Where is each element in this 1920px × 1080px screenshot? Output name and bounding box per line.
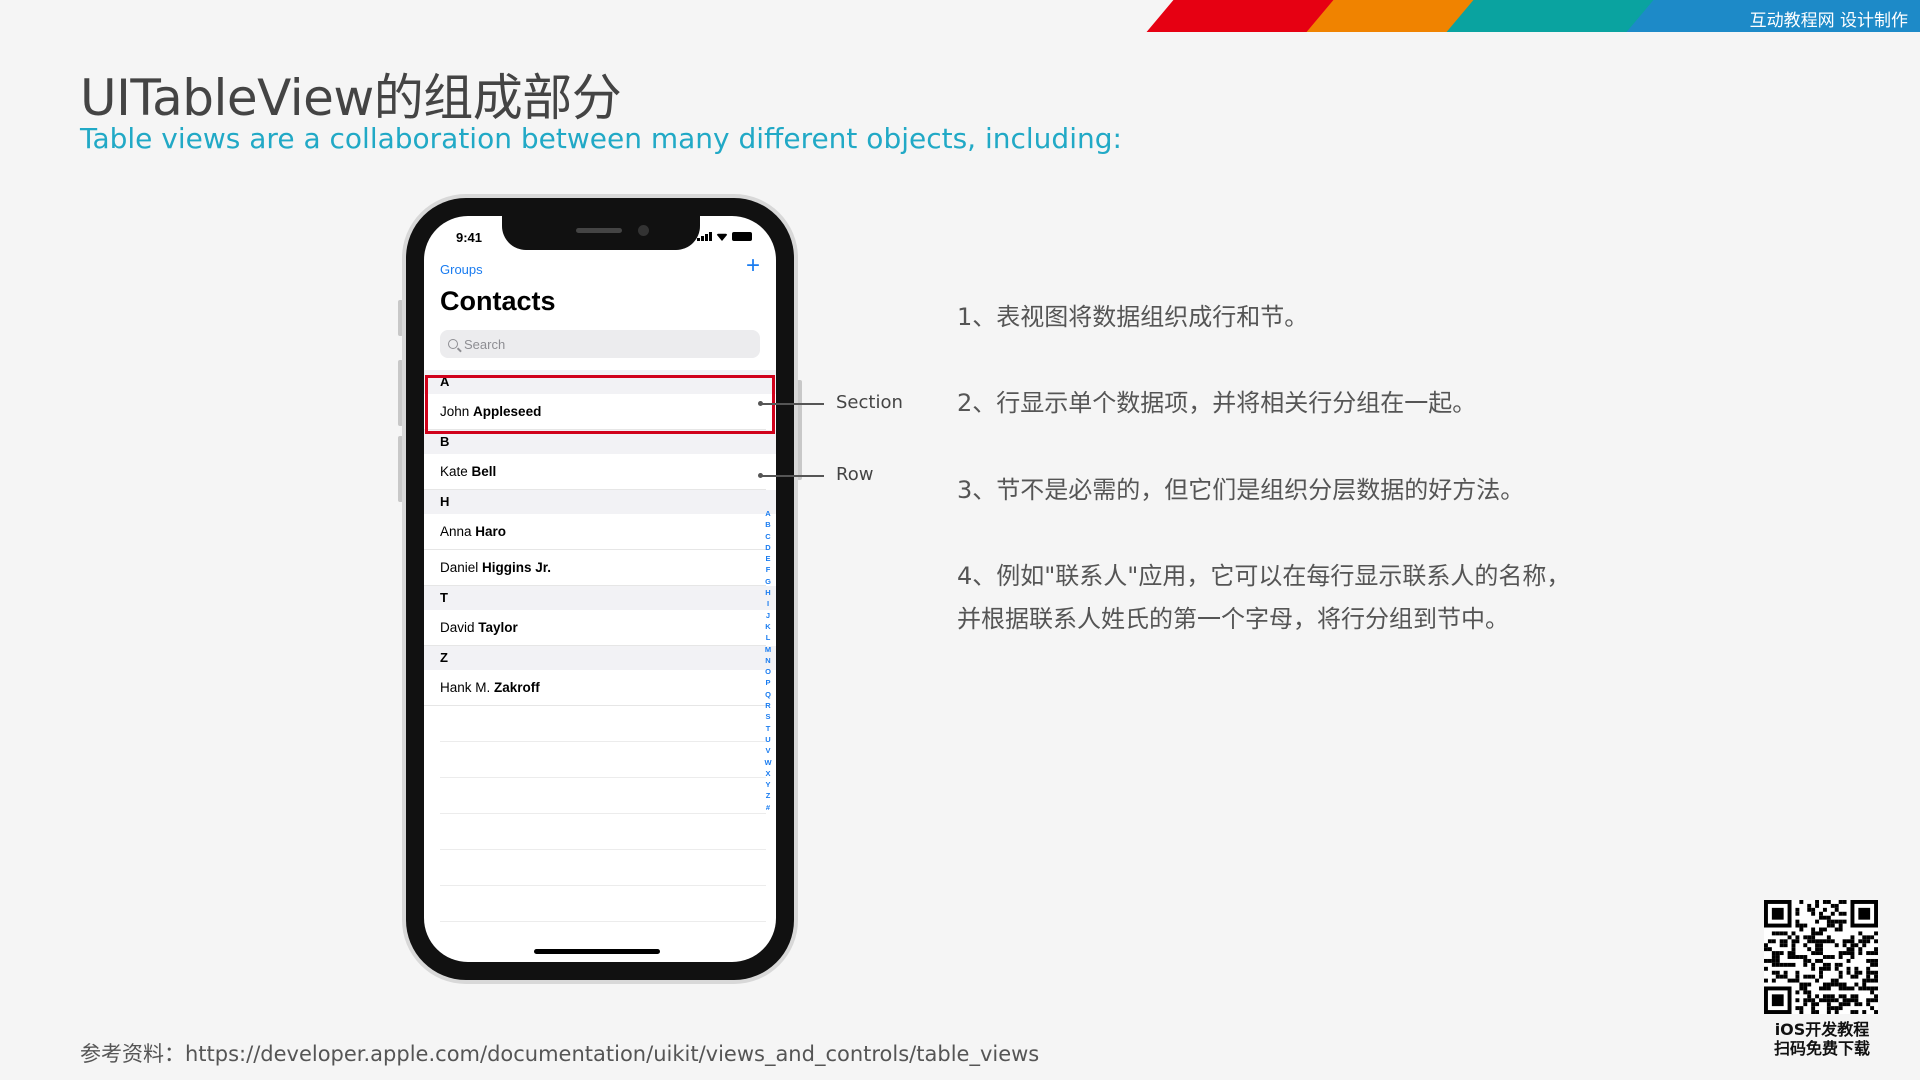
index-letter[interactable]: C bbox=[763, 531, 773, 542]
notch bbox=[502, 216, 700, 250]
table-row[interactable]: Daniel Higgins Jr. bbox=[424, 550, 766, 586]
index-letter[interactable]: N bbox=[763, 655, 773, 666]
camera-icon bbox=[638, 225, 649, 236]
description-2: 2、行显示单个数据项，并将相关行分组在一起。 bbox=[957, 389, 1477, 417]
table-row[interactable]: Kate Bell bbox=[424, 454, 766, 490]
groups-back-button[interactable]: Groups bbox=[440, 262, 483, 277]
index-letter[interactable]: O bbox=[763, 666, 773, 677]
table-row[interactable]: Anna Haro bbox=[424, 514, 766, 550]
qr-caption: iOS开发教程 扫码免费下载 bbox=[1760, 1020, 1884, 1058]
add-contact-button[interactable]: + bbox=[746, 254, 760, 278]
section-header-h: H bbox=[424, 490, 776, 514]
reference-link[interactable]: 参考资料：https://developer.apple.com/documen… bbox=[80, 1038, 1039, 1068]
slide-subtitle: Table views are a collaboration between … bbox=[80, 122, 1122, 155]
table-row[interactable]: Hank M. Zakroff bbox=[424, 670, 766, 706]
battery-icon bbox=[732, 232, 752, 241]
index-letter[interactable]: M bbox=[763, 644, 773, 655]
index-letter[interactable]: Y bbox=[763, 779, 773, 790]
index-letter[interactable]: L bbox=[763, 632, 773, 643]
index-letter[interactable]: X bbox=[763, 768, 773, 779]
description-3: 3、节不是必需的，但它们是组织分层数据的好方法。 bbox=[957, 476, 1525, 504]
section-index-bar[interactable]: A B C D E F G H I J K L M N O P Q R S T U V W X Y Z # bbox=[763, 508, 773, 813]
index-letter[interactable]: P bbox=[763, 677, 773, 688]
index-letter[interactable]: # bbox=[763, 802, 773, 813]
wifi-icon bbox=[716, 233, 728, 241]
banner-text: 互动教程网 设计制作 bbox=[1749, 11, 1908, 31]
qr-caption-line1: iOS开发教程 bbox=[1774, 1020, 1870, 1039]
top-color-band: 互动教程网 设计制作 bbox=[1140, 0, 1920, 32]
qr-caption-line2: 扫码免费下载 bbox=[1773, 1039, 1870, 1058]
index-letter[interactable]: T bbox=[763, 723, 773, 734]
phone-screen: 9:41 Groups + Contacts Search A John App… bbox=[424, 216, 776, 962]
qr-code-image bbox=[1764, 900, 1878, 1014]
status-time: 9:41 bbox=[456, 230, 483, 245]
index-letter[interactable]: Z bbox=[763, 790, 773, 801]
description-1: 1、表视图将数据组织成行和节。 bbox=[957, 303, 1309, 331]
slide-title: UITableView的组成部分 bbox=[80, 69, 622, 127]
status-icons bbox=[697, 232, 752, 241]
search-field[interactable]: Search bbox=[440, 330, 760, 358]
home-indicator bbox=[534, 949, 660, 954]
section-header-z: Z bbox=[424, 646, 776, 670]
search-placeholder: Search bbox=[464, 336, 506, 352]
index-letter[interactable]: F bbox=[763, 564, 773, 575]
index-letter[interactable]: G bbox=[763, 576, 773, 587]
section-highlight-box bbox=[425, 375, 775, 434]
index-letter[interactable]: J bbox=[763, 610, 773, 621]
index-letter[interactable]: V bbox=[763, 745, 773, 756]
contacts-table: A John Appleseed B Kate Bell H Anna Haro… bbox=[424, 370, 776, 922]
index-letter[interactable]: R bbox=[763, 700, 773, 711]
iphone-mockup: 9:41 Groups + Contacts Search A John App… bbox=[402, 194, 798, 984]
index-letter[interactable]: H bbox=[763, 587, 773, 598]
description-4-line2: 并根据联系人姓氏的第一个字母，将行分组到节中。 bbox=[957, 605, 1509, 633]
section-callout-label: Section bbox=[836, 392, 903, 413]
signal-icon bbox=[697, 232, 712, 241]
row-callout-label: Row bbox=[836, 464, 874, 485]
index-letter[interactable]: W bbox=[763, 757, 773, 768]
row-callout-line bbox=[762, 475, 824, 477]
index-letter[interactable]: Q bbox=[763, 689, 773, 700]
index-letter[interactable]: S bbox=[763, 711, 773, 722]
index-letter[interactable]: U bbox=[763, 734, 773, 745]
table-row[interactable]: David Taylor bbox=[424, 610, 766, 646]
index-letter[interactable]: A bbox=[763, 508, 773, 519]
index-letter[interactable]: K bbox=[763, 621, 773, 632]
index-letter[interactable]: B bbox=[763, 519, 773, 530]
section-header-t: T bbox=[424, 586, 776, 610]
index-letter[interactable]: E bbox=[763, 553, 773, 564]
description-4-line1: 4、例如"联系人"应用，它可以在每行显示联系人的名称， bbox=[957, 562, 1571, 590]
contacts-large-title: Contacts bbox=[440, 286, 556, 316]
section-callout-line bbox=[762, 403, 824, 405]
index-letter[interactable]: D bbox=[763, 542, 773, 553]
index-letter[interactable]: I bbox=[763, 598, 773, 609]
search-icon bbox=[448, 339, 458, 349]
